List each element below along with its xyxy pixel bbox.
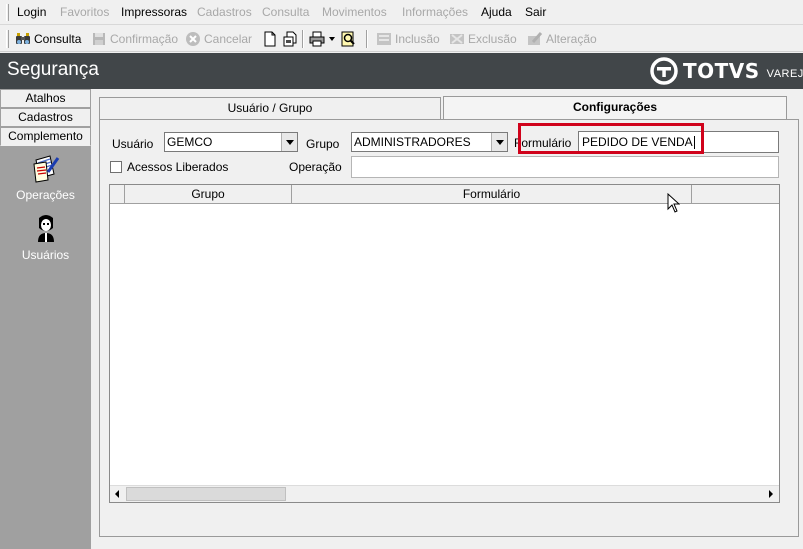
alteracao-button[interactable]: Alteração: [527, 29, 597, 49]
print-dropdown[interactable]: [329, 29, 335, 49]
consulta-button[interactable]: Consulta: [15, 29, 81, 49]
grid-row-indicator-header: [110, 185, 125, 204]
toolbar-grip: [6, 30, 9, 48]
acessos-liberados-label: Acessos Liberados: [127, 160, 229, 174]
confirmacao-label: Confirmação: [110, 32, 179, 46]
menu-informacoes[interactable]: Informações: [402, 5, 468, 20]
chevron-down-icon[interactable]: [281, 133, 297, 151]
exclusao-label: Exclusão: [468, 32, 517, 46]
tab-content: Usuário GEMCO Grupo ADMINISTRADORES Form…: [99, 119, 799, 537]
cancel-icon: [185, 31, 201, 47]
menu-consulta[interactable]: Consulta: [262, 5, 309, 20]
usuario-label: Usuário: [112, 137, 154, 151]
edit-record-icon: [527, 31, 543, 47]
acessos-liberados-checkbox[interactable]: [110, 161, 122, 173]
menu-grip: [6, 4, 9, 21]
operacao-label: Operação: [289, 160, 342, 174]
sidebar-item-operacoes[interactable]: Operações: [0, 152, 91, 202]
sidebar-tab-complemento[interactable]: Complemento: [0, 127, 91, 146]
consulta-label: Consulta: [34, 32, 82, 46]
horizontal-scrollbar[interactable]: [110, 485, 779, 502]
sidebar-tab-cadastros[interactable]: Cadastros: [0, 108, 91, 127]
delete-record-icon: [449, 31, 465, 47]
confirmacao-button[interactable]: Confirmação: [91, 29, 178, 49]
menu-bar: Login Favoritos Impressoras Cadastros Co…: [0, 0, 803, 25]
copy-document-button[interactable]: [282, 29, 301, 49]
inclusao-label: Inclusão: [395, 32, 440, 46]
scroll-left-button[interactable]: [110, 486, 126, 502]
main-panel: Usuário / Grupo Configurações Usuário GE…: [93, 89, 803, 549]
menu-favoritos[interactable]: Favoritos: [60, 5, 109, 20]
toolbar: Consulta Confirmação Cancelar Inclusão E…: [0, 26, 803, 52]
exclusao-button[interactable]: Exclusão: [449, 29, 517, 49]
logo-sub: VAREJO: [766, 67, 803, 80]
grupo-select[interactable]: ADMINISTRADORES: [351, 132, 508, 152]
grupo-value: ADMINISTRADORES: [354, 135, 471, 149]
tab-configuracoes[interactable]: Configurações: [443, 96, 787, 120]
new-document-button[interactable]: [262, 29, 281, 49]
grupo-label: Grupo: [306, 137, 340, 151]
totvs-logo: TOTVS VAREJO: [650, 57, 803, 85]
chevron-down-icon: [329, 37, 335, 41]
sidebar-item-label: Operações: [16, 188, 75, 202]
sidebar: Atalhos Cadastros Complemento Operações …: [0, 89, 91, 549]
copy-document-icon: [282, 31, 298, 47]
toolbar-separator: [302, 30, 304, 48]
usuario-value: GEMCO: [167, 135, 213, 149]
alteracao-label: Alteração: [546, 32, 597, 46]
inclusao-button[interactable]: Inclusão: [376, 29, 440, 49]
menu-sair[interactable]: Sair: [525, 5, 546, 20]
grid-column-grupo[interactable]: Grupo: [125, 185, 292, 204]
sidebar-item-label: Usuários: [21, 248, 70, 262]
sidebar-item-usuarios[interactable]: Usuários: [0, 212, 91, 262]
print-preview-icon: [340, 31, 356, 47]
menu-impressoras[interactable]: Impressoras: [121, 5, 187, 20]
user-icon: [37, 215, 54, 242]
grid-column-formulario[interactable]: Formulário: [292, 185, 692, 204]
operacao-input[interactable]: [351, 156, 779, 178]
menu-movimentos[interactable]: Movimentos: [322, 5, 387, 20]
title-banner: Segurança TOTVS VAREJO: [0, 53, 803, 89]
chevron-down-icon[interactable]: [491, 133, 507, 151]
save-icon: [91, 31, 107, 47]
chevron-right-icon: [769, 490, 773, 498]
cancelar-label: Cancelar: [204, 32, 253, 46]
logo-brand: TOTVS: [683, 59, 760, 83]
chevron-left-icon: [115, 490, 119, 498]
menu-login[interactable]: Login: [17, 5, 46, 20]
tab-usuario-grupo[interactable]: Usuário / Grupo: [99, 97, 441, 119]
results-grid[interactable]: Grupo Formulário: [109, 184, 780, 503]
totvs-logo-icon: [650, 57, 678, 85]
documents-icon: [32, 155, 59, 183]
menu-cadastros[interactable]: Cadastros: [197, 5, 252, 20]
mouse-cursor-icon: [667, 193, 680, 213]
menu-ajuda[interactable]: Ajuda: [481, 5, 512, 20]
highlight-box: [518, 123, 704, 154]
print-button[interactable]: [309, 29, 328, 49]
new-document-icon: [262, 31, 278, 47]
tab-strip: Usuário / Grupo Configurações: [99, 96, 799, 120]
usuario-select[interactable]: GEMCO: [164, 132, 298, 152]
sidebar-tab-atalhos[interactable]: Atalhos: [0, 89, 91, 108]
page-title: Segurança: [7, 59, 99, 80]
printer-icon: [309, 31, 325, 47]
binoculars-icon: [15, 31, 31, 47]
toolbar-separator: [366, 30, 368, 48]
add-record-icon: [376, 31, 392, 47]
scroll-thumb[interactable]: [126, 487, 286, 501]
scroll-right-button[interactable]: [763, 486, 779, 502]
cancelar-button[interactable]: Cancelar: [185, 29, 252, 49]
print-preview-button[interactable]: [340, 29, 359, 49]
